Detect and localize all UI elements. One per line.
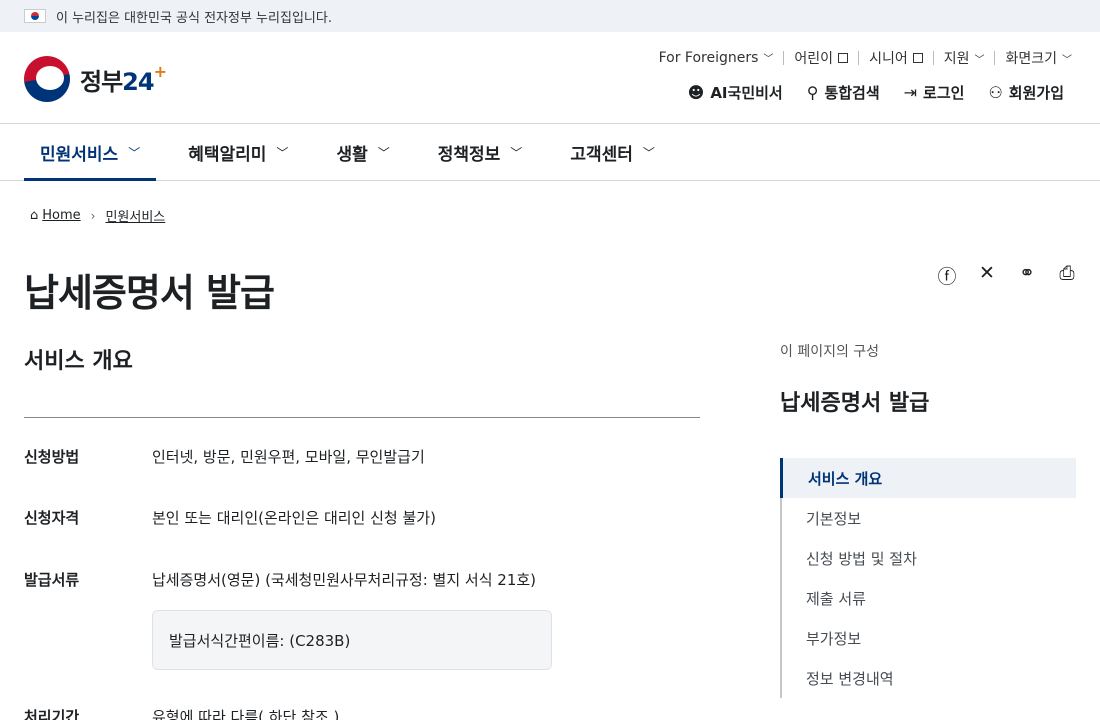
chevron-down-icon: ﹀ bbox=[377, 145, 390, 160]
section-divider bbox=[24, 417, 700, 418]
user-plus-icon: ⚇ bbox=[988, 83, 1003, 102]
row-label: 신청방법 bbox=[24, 448, 80, 466]
row-value: 본인 또는 대리인(온라인은 대리인 신청 불가) bbox=[152, 509, 436, 527]
row-value: 납세증명서(영문) (국세청민원사무처리규정: 별지 서식 21호) bbox=[152, 571, 537, 589]
info-row: 발급서류 납세증명서(영문) (국세청민원사무처리규정: 별지 서식 21호) bbox=[24, 569, 700, 590]
gnb-life[interactable]: 생활 ﹀ bbox=[320, 124, 405, 180]
chevron-down-icon: ﹀ bbox=[642, 145, 655, 160]
toc-item-documents[interactable]: 제출 서류 bbox=[782, 578, 1076, 618]
chevron-down-icon: ﹀ bbox=[510, 145, 523, 160]
toc-item-overview[interactable]: 서비스 개요 bbox=[780, 458, 1076, 498]
toc-item-basic-info[interactable]: 기본정보 bbox=[782, 498, 1076, 538]
toc-title: 납세증명서 발급 bbox=[780, 391, 930, 416]
toc-label: 이 페이지의 구성 bbox=[780, 344, 880, 360]
site-logo[interactable]: 정부24+ bbox=[24, 56, 167, 102]
gnb-civil-service[interactable]: 민원서비스 ﹀ bbox=[24, 124, 157, 181]
chevron-down-icon: ﹀ bbox=[763, 54, 774, 65]
home-icon: ⌂ bbox=[30, 208, 39, 223]
share-tools: ⓕ ✕ ⚭ ⎙ bbox=[936, 262, 1078, 289]
info-row: 신청자격 본인 또는 대리인(온라인은 대리인 신청 불가) bbox=[24, 507, 700, 528]
breadcrumb: ⌂ Home › 민원서비스 bbox=[30, 206, 165, 225]
login-icon: ⇥ bbox=[903, 83, 918, 102]
chevron-down-icon: ﹀ bbox=[1062, 55, 1072, 66]
signup-button[interactable]: ⚇ 회원가입 bbox=[988, 82, 1064, 103]
global-nav: 민원서비스 ﹀ 혜택알리미 ﹀ 생활 ﹀ 정책정보 ﹀ 고객센터 ﹀ bbox=[0, 124, 1100, 181]
row-label: 신청자격 bbox=[24, 509, 80, 527]
row-label: 발급서류 bbox=[24, 571, 80, 589]
util-kids[interactable]: 어린이 bbox=[794, 48, 849, 68]
korea-flag-icon bbox=[24, 9, 46, 23]
row-value: 유형에 따라 다름( 하단 참조 ) bbox=[152, 708, 340, 720]
gnb-customer-center[interactable]: 고객센터 ﹀ bbox=[554, 124, 671, 180]
row-value: 인터넷, 방문, 민원우편, 모바일, 무인발급기 bbox=[152, 448, 425, 466]
row-label: 처리기간 bbox=[24, 708, 80, 720]
form-name-box: 발급서식간편이름: (C283B) bbox=[152, 610, 552, 670]
info-row: 처리기간 유형에 따라 다름( 하단 참조 ) bbox=[24, 706, 700, 720]
toc-item-additional[interactable]: 부가정보 bbox=[782, 618, 1076, 658]
toc-item-procedure[interactable]: 신청 방법 및 절차 bbox=[782, 538, 1076, 578]
chevron-down-icon: ﹀ bbox=[276, 145, 289, 160]
util-foreigners[interactable]: For Foreigners ﹀ bbox=[659, 50, 774, 66]
info-row: 신청방법 인터넷, 방문, 민원우편, 모바일, 무인발급기 bbox=[24, 446, 700, 467]
utility-nav: For Foreigners ﹀ 어린이 시니어 지원 ﹀ 화면크기 ﹀ bbox=[659, 48, 1072, 68]
external-link-icon bbox=[912, 53, 923, 63]
print-icon[interactable]: ⎙ bbox=[1056, 262, 1078, 289]
util-senior[interactable]: 시니어 bbox=[869, 48, 923, 68]
page-title: 납세증명서 발급 bbox=[24, 271, 275, 315]
search-icon: ⚲ bbox=[806, 83, 819, 102]
util-support[interactable]: 지원 ﹀ bbox=[944, 48, 985, 68]
chevron-right-icon: › bbox=[90, 208, 96, 223]
taegeuk-logo-icon bbox=[24, 56, 70, 102]
breadcrumb-home-link[interactable]: Home bbox=[42, 208, 80, 223]
header: 정부24+ For Foreigners ﹀ 어린이 시니어 지원 ﹀ 화면크기 ﹀ … bbox=[0, 32, 1100, 124]
toc-list: 서비스 개요 기본정보 신청 방법 및 절차 제출 서류 부가정보 정보 변경내… bbox=[780, 458, 1076, 698]
gnb-policy[interactable]: 정책정보 ﹀ bbox=[422, 124, 539, 180]
chevron-down-icon: ﹀ bbox=[974, 55, 985, 66]
gnb-benefits[interactable]: 혜택알리미 ﹀ bbox=[172, 124, 304, 180]
ai-assistant-button[interactable]: ☻ AI국민비서 bbox=[688, 82, 783, 103]
link-copy-icon[interactable]: ⚭ bbox=[1016, 262, 1038, 289]
chevron-down-icon: ﹀ bbox=[128, 145, 141, 160]
x-twitter-icon[interactable]: ✕ bbox=[976, 262, 998, 289]
login-button[interactable]: ⇥ 로그인 bbox=[904, 82, 965, 103]
external-link-icon bbox=[838, 53, 849, 63]
facebook-icon[interactable]: ⓕ bbox=[936, 262, 958, 289]
section-title: 서비스 개요 bbox=[24, 349, 133, 374]
robot-icon: ☻ bbox=[687, 83, 705, 102]
gov-banner-text: 이 누리집은 대한민국 공식 전자정부 누리집입니다. bbox=[56, 10, 332, 26]
main-menu: ☻ AI국민비서 ⚲ 통합검색 ⇥ 로그인 ⚇ 회원가입 bbox=[688, 82, 1064, 103]
toc-item-change-log[interactable]: 정보 변경내역 bbox=[782, 658, 1076, 698]
search-button[interactable]: ⚲ 통합검색 bbox=[807, 82, 880, 103]
util-zoom[interactable]: 화면크기 ﹀ bbox=[1005, 48, 1072, 68]
breadcrumb-current-link[interactable]: 민원서비스 bbox=[105, 206, 165, 225]
logo-text: 정부24+ bbox=[80, 61, 167, 96]
gov-banner: 이 누리집은 대한민국 공식 전자정부 누리집입니다. bbox=[0, 0, 1100, 32]
